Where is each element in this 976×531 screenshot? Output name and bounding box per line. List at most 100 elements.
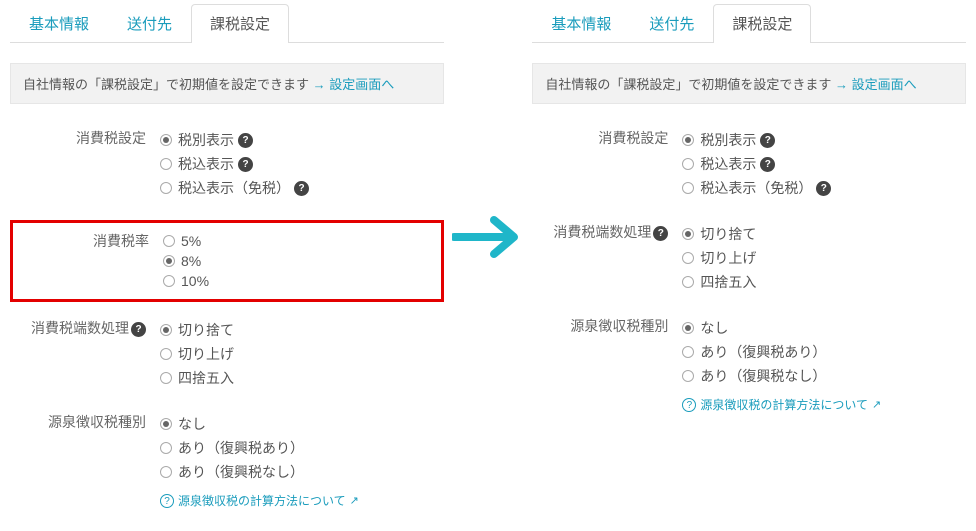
question-icon: ? — [160, 494, 174, 508]
help-icon[interactable]: ? — [238, 157, 253, 172]
radio-label: なし — [700, 318, 728, 338]
tabs-left: 基本情報 送付先 課税設定 — [10, 4, 444, 43]
radio-label: 切り捨て — [178, 320, 234, 340]
opt-floor[interactable]: 切り捨て — [160, 320, 444, 340]
opt-wh-norecon[interactable]: あり（復興税なし） — [160, 462, 444, 482]
radio-icon — [682, 322, 694, 334]
opts-tax-rate: 5% 8% 10% — [163, 229, 441, 293]
opt-tax-excl[interactable]: 税別表示 ? — [682, 130, 966, 150]
radio-icon — [160, 324, 172, 336]
radio-icon — [682, 182, 694, 194]
row-rounding: 消費税端数処理? 切り捨て 切り上げ 四捨五入 — [532, 220, 966, 296]
tabs-right: 基本情報 送付先 課税設定 — [532, 4, 966, 43]
tab-basic-info[interactable]: 基本情報 — [10, 4, 108, 42]
panel-left: 基本情報 送付先 課税設定 自社情報の「課税設定」で初期値を設定できます → 設… — [10, 4, 444, 527]
radio-icon — [682, 228, 694, 240]
label-tax-display: 消費税設定 — [10, 126, 160, 148]
radio-label: 5% — [181, 233, 201, 249]
opt-floor[interactable]: 切り捨て — [682, 224, 966, 244]
radio-icon — [163, 275, 175, 287]
opts-tax-display: 税別表示 ? 税込表示 ? 税込表示（免税） ? — [160, 126, 444, 202]
radio-label: あり（復興税なし） — [178, 462, 304, 482]
radio-label: 8% — [181, 253, 201, 269]
radio-label: 切り上げ — [178, 344, 234, 364]
arrow-right-icon — [452, 214, 524, 260]
opts-tax-display: 税別表示 ? 税込表示 ? 税込表示（免税） ? — [682, 126, 966, 202]
tab-destination[interactable]: 送付先 — [630, 4, 713, 42]
radio-label: あり（復興税なし） — [700, 366, 826, 386]
radio-label: 税込表示（免税） — [700, 178, 812, 198]
notice-text: 自社情報の「課税設定」で初期値を設定できます — [23, 77, 313, 92]
tab-tax-settings[interactable]: 課税設定 — [713, 4, 811, 42]
help-icon[interactable]: ? — [131, 322, 146, 337]
notice-box: 自社情報の「課税設定」で初期値を設定できます → 設定画面へ — [532, 63, 966, 104]
row-tax-rate-highlight: 消費税率 5% 8% 10% — [10, 220, 444, 302]
opt-tax-excl[interactable]: 税別表示 ? — [160, 130, 444, 150]
tab-tax-settings[interactable]: 課税設定 — [191, 4, 289, 42]
external-link-icon: ↗ — [872, 398, 881, 411]
opts-rounding: 切り捨て 切り上げ 四捨五入 — [682, 220, 966, 296]
radio-label: 四捨五入 — [178, 368, 234, 388]
label-rounding: 消費税端数処理? — [10, 316, 160, 338]
opt-wh-recon[interactable]: あり（復興税あり） — [160, 438, 444, 458]
tab-basic-info[interactable]: 基本情報 — [532, 4, 630, 42]
opt-wh-none[interactable]: なし — [160, 414, 444, 434]
radio-label: 税別表示 — [700, 130, 756, 150]
transition-arrow — [444, 4, 533, 260]
help-icon[interactable]: ? — [238, 133, 253, 148]
comparison-page: 基本情報 送付先 課税設定 自社情報の「課税設定」で初期値を設定できます → 設… — [0, 0, 976, 531]
withholding-help-link[interactable]: ? 源泉徴収税の計算方法について ↗ — [682, 396, 881, 413]
opt-10pct[interactable]: 10% — [163, 273, 441, 289]
help-icon[interactable]: ? — [760, 133, 775, 148]
radio-icon — [160, 134, 172, 146]
radio-label: なし — [178, 414, 206, 434]
radio-label: 10% — [181, 273, 209, 289]
radio-icon — [682, 158, 694, 170]
opt-tax-exempt[interactable]: 税込表示（免税） ? — [160, 178, 444, 198]
radio-icon — [160, 418, 172, 430]
opt-wh-norecon[interactable]: あり（復興税なし） — [682, 366, 966, 386]
opt-tax-incl[interactable]: 税込表示 ? — [160, 154, 444, 174]
arrow-icon: → — [835, 77, 852, 92]
label-tax-rate: 消費税率 — [13, 229, 163, 251]
radio-label: 税込表示（免税） — [178, 178, 290, 198]
radio-icon — [682, 346, 694, 358]
label-rounding-text: 消費税端数処理 — [31, 320, 129, 336]
radio-icon — [682, 252, 694, 264]
opt-8pct[interactable]: 8% — [163, 253, 441, 269]
radio-icon — [160, 158, 172, 170]
opt-round[interactable]: 四捨五入 — [682, 272, 966, 292]
radio-label: 切り上げ — [700, 248, 756, 268]
notice-link[interactable]: 設定画面へ — [329, 77, 394, 92]
withholding-help-link[interactable]: ? 源泉徴収税の計算方法について ↗ — [160, 492, 359, 509]
radio-icon — [163, 235, 175, 247]
question-icon: ? — [682, 398, 696, 412]
notice-box: 自社情報の「課税設定」で初期値を設定できます → 設定画面へ — [10, 63, 444, 104]
radio-icon — [682, 276, 694, 288]
opt-5pct[interactable]: 5% — [163, 233, 441, 249]
opt-ceil[interactable]: 切り上げ — [160, 344, 444, 364]
panel-right: 基本情報 送付先 課税設定 自社情報の「課税設定」で初期値を設定できます → 設… — [532, 4, 966, 431]
notice-link[interactable]: 設定画面へ — [852, 77, 917, 92]
help-icon[interactable]: ? — [816, 181, 831, 196]
opt-wh-none[interactable]: なし — [682, 318, 966, 338]
help-link-text: 源泉徴収税の計算方法について — [178, 492, 346, 509]
radio-icon — [160, 466, 172, 478]
opt-ceil[interactable]: 切り上げ — [682, 248, 966, 268]
opt-wh-recon[interactable]: あり（復興税あり） — [682, 342, 966, 362]
help-icon[interactable]: ? — [294, 181, 309, 196]
label-rounding-text: 消費税端数処理 — [553, 224, 651, 240]
row-rounding: 消費税端数処理? 切り捨て 切り上げ 四捨五入 — [10, 316, 444, 392]
opt-round[interactable]: 四捨五入 — [160, 368, 444, 388]
opts-withholding: なし あり（復興税あり） あり（復興税なし） ? 源泉徴収税の計算方法について … — [682, 314, 966, 413]
tab-destination[interactable]: 送付先 — [108, 4, 191, 42]
help-icon[interactable]: ? — [760, 157, 775, 172]
external-link-icon: ↗ — [350, 494, 359, 507]
label-rounding: 消費税端数処理? — [532, 220, 682, 242]
radio-icon — [160, 442, 172, 454]
opt-tax-exempt[interactable]: 税込表示（免税） ? — [682, 178, 966, 198]
radio-label: あり（復興税あり） — [178, 438, 304, 458]
radio-label: 切り捨て — [700, 224, 756, 244]
opt-tax-incl[interactable]: 税込表示 ? — [682, 154, 966, 174]
help-icon[interactable]: ? — [653, 226, 668, 241]
